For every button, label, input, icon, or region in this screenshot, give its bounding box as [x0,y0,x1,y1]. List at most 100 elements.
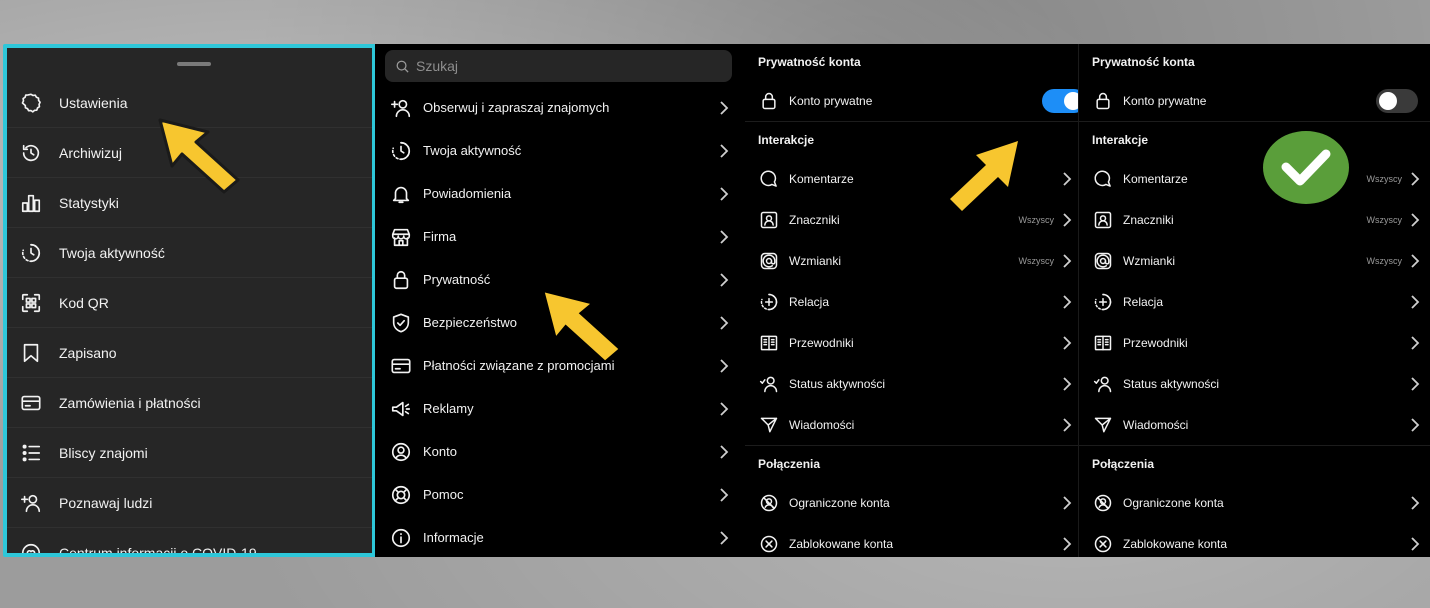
chevron-right-icon [1410,495,1420,510]
sheet-drag-handle[interactable] [177,62,211,66]
chevron-right-icon [719,100,729,115]
settings-item-about[interactable]: Informacje [375,516,745,557]
interaction-row-mentions[interactable]: Wzmianki Wszyscy [1079,240,1430,281]
store-icon [389,225,413,249]
send-icon [1092,414,1114,436]
private-account-row[interactable]: Konto prywatne [745,80,1082,121]
search-input[interactable]: Szukaj [385,50,732,82]
blocked-icon [758,533,780,555]
chevron-right-icon [1410,376,1420,391]
connection-row-blocked[interactable]: Zablokowane konta [745,523,1082,557]
row-label: Ograniczone konta [1123,495,1224,510]
interaction-row-story[interactable]: Relacja [745,281,1082,322]
settings-item-notifications[interactable]: Powiadomienia [375,172,745,215]
chevron-right-icon [1410,212,1420,227]
at-icon [1092,250,1114,272]
restricted-icon [758,492,780,514]
interaction-row-comments[interactable]: Komentarze [745,158,1082,199]
settings-item-label: Obserwuj i zapraszaj znajomych [423,100,610,115]
story-add-icon [1092,291,1114,313]
bar-chart-icon [19,191,43,215]
chevron-right-icon [719,229,729,244]
connection-row-restricted[interactable]: Ograniczone konta [1079,482,1430,523]
interaction-row-story[interactable]: Relacja [1079,281,1430,322]
chevron-right-icon [1062,171,1072,186]
settings-item-label: Twoja aktywność [423,143,522,158]
interaction-row-mentions[interactable]: Wzmianki Wszyscy [745,240,1082,281]
menu-item-label: Statystyki [59,194,119,211]
private-account-toggle[interactable] [1376,88,1418,113]
menu-item-discover-people[interactable]: Poznawaj ludzi [7,478,372,528]
private-account-toggle[interactable] [1042,88,1082,113]
interaction-row-guides[interactable]: Przewodniki [745,322,1082,363]
connection-row-blocked[interactable]: Zablokowane konta [1079,523,1430,557]
lock-icon [389,268,413,292]
settings-item-account[interactable]: Konto [375,430,745,473]
settings-item-label: Pomoc [423,487,464,502]
settings-item-label: Powiadomienia [423,186,512,201]
chevron-right-icon [1062,253,1072,268]
bookmark-icon [19,341,43,365]
chevron-right-icon [719,444,729,459]
status-person-icon [758,373,780,395]
settings-item-help[interactable]: Pomoc [375,473,745,516]
activity-icon [389,139,413,163]
add-person-icon [389,96,413,120]
menu-item-orders-payments[interactable]: Zamówienia i płatności [7,378,372,428]
chevron-right-icon [1410,335,1420,350]
row-label: Wzmianki [1123,253,1176,268]
settings-item-your-activity[interactable]: Twoja aktywność [375,129,745,172]
chevron-right-icon [719,487,729,502]
comment-icon [758,168,780,190]
megaphone-icon [389,397,413,421]
menu-item-label: Ustawienia [59,94,128,111]
privacy-screen-before: Prywatność konta Konto prywatne Interakc… [745,44,1082,557]
pointer-arrow-icon [950,141,1018,211]
settings-item-business[interactable]: Firma [375,215,745,258]
chevron-right-icon [1062,294,1072,309]
row-label: Status aktywności [789,376,886,391]
menu-item-label: Twoja aktywność [59,244,165,261]
menu-item-covid-info[interactable]: Centrum informacji o COVID-19 [7,528,372,553]
menu-item-label: Bliscy znajomi [59,444,148,461]
interaction-row-messages[interactable]: Wiadomości [745,404,1082,445]
archive-clock-icon [19,141,43,165]
interaction-row-tags[interactable]: Znaczniki Wszyscy [1079,199,1430,240]
settings-item-ads[interactable]: Reklamy [375,387,745,430]
menu-item-your-activity[interactable]: Twoja aktywność [7,228,372,278]
connection-row-restricted[interactable]: Ograniczone konta [745,482,1082,523]
account-icon [389,440,413,464]
private-account-row[interactable]: Konto prywatne [1079,80,1430,121]
interaction-row-messages[interactable]: Wiadomości [1079,404,1430,445]
chevron-right-icon [1410,253,1420,268]
section-header-interactions: Interakcje [758,133,815,147]
menu-item-label: Poznawaj ludzi [59,494,153,511]
menu-item-label: Zapisano [59,344,117,361]
chevron-right-icon [1062,376,1072,391]
chevron-right-icon [719,143,729,158]
chevron-right-icon [1062,417,1072,432]
menu-item-label: Archiwizuj [59,144,123,161]
chevron-right-icon [719,358,729,373]
menu-item-qr-code[interactable]: Kod QR [7,278,372,328]
row-value: Wszyscy [1366,214,1403,225]
chevron-right-icon [719,186,729,201]
card-icon [19,391,43,415]
interaction-row-guides[interactable]: Przewodniki [1079,322,1430,363]
search-icon [396,60,409,73]
row-label: Wzmianki [789,253,842,268]
interaction-row-activity-status[interactable]: Status aktywności [745,363,1082,404]
send-icon [758,414,780,436]
row-value: Wszyscy [1366,255,1403,266]
menu-item-saved[interactable]: Zapisano [7,328,372,378]
interaction-row-tags[interactable]: Znaczniki Wszyscy [745,199,1082,240]
list-icon [19,441,43,465]
chevron-right-icon [1410,536,1420,551]
settings-item-follow-invite[interactable]: Obserwuj i zapraszaj znajomych [375,86,745,129]
interaction-row-activity-status[interactable]: Status aktywności [1079,363,1430,404]
row-label: Przewodniki [789,335,854,350]
menu-item-close-friends[interactable]: Bliscy znajomi [7,428,372,478]
add-person-icon [19,491,43,515]
interaction-row-comments[interactable]: Komentarze Wszyscy [1079,158,1430,199]
comment-icon [1092,168,1114,190]
